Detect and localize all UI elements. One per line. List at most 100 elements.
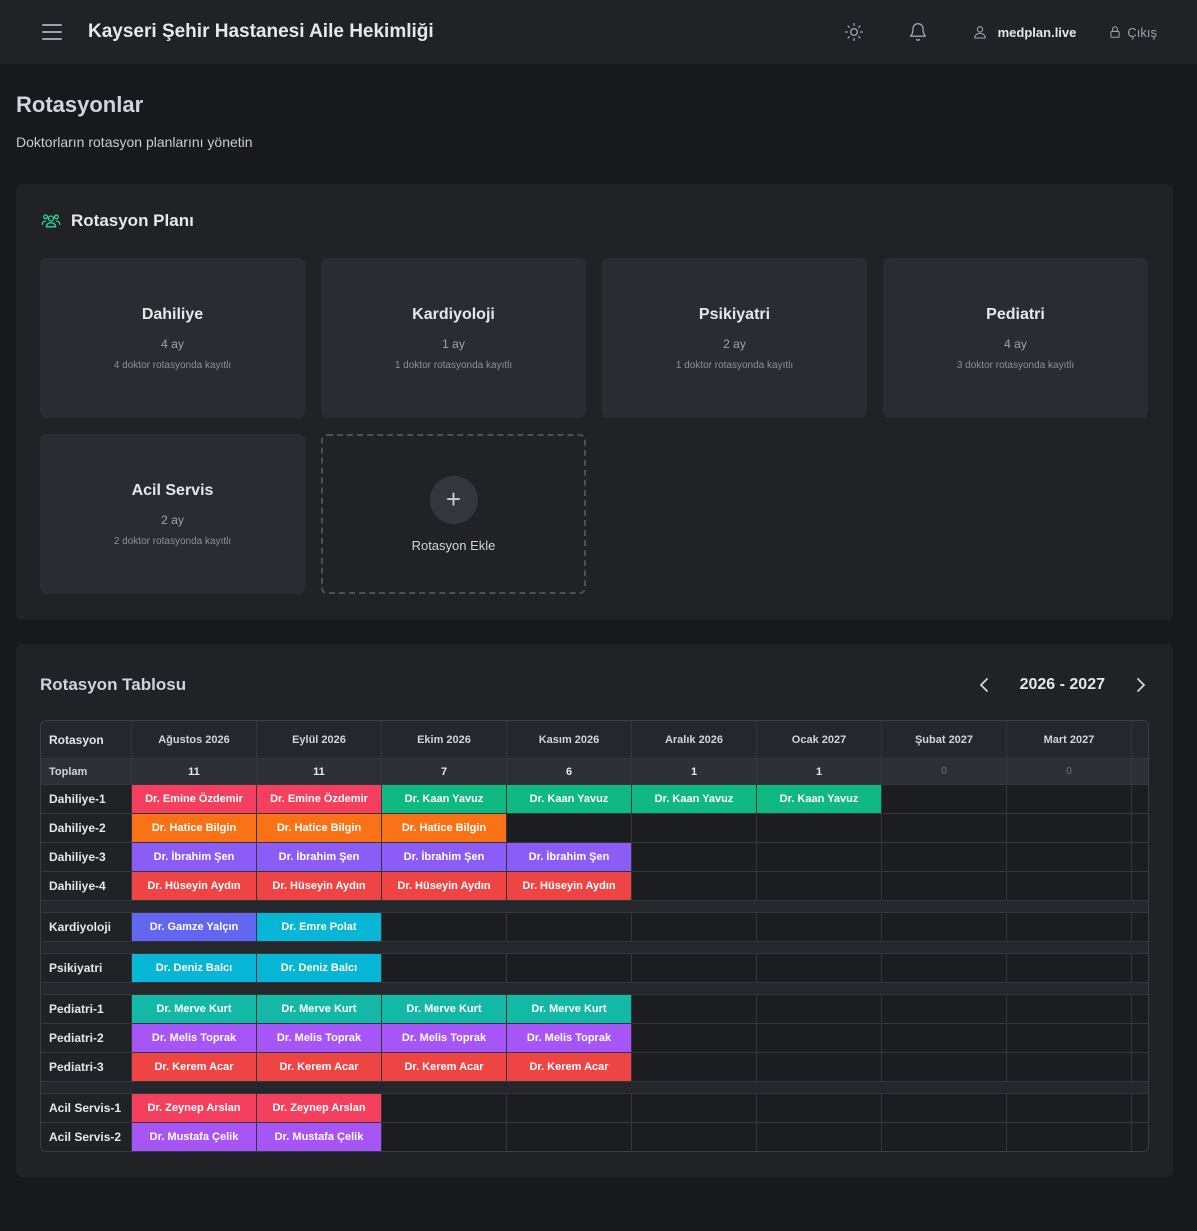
empty-cell[interactable] xyxy=(632,843,757,872)
empty-cell[interactable] xyxy=(382,1094,507,1123)
empty-cell[interactable] xyxy=(882,814,1007,843)
empty-cell[interactable] xyxy=(632,913,757,942)
empty-cell[interactable] xyxy=(882,1024,1007,1053)
doctor-assignment-cell[interactable]: Dr. Kerem Acar xyxy=(507,1053,632,1082)
doctor-assignment-cell[interactable]: Dr. Zeynep Arslan xyxy=(257,1094,382,1123)
empty-cell[interactable] xyxy=(632,995,757,1024)
empty-cell[interactable] xyxy=(382,913,507,942)
doctor-assignment-cell[interactable]: Dr. Kaan Yavuz xyxy=(382,785,507,814)
empty-cell[interactable] xyxy=(1007,872,1132,901)
empty-cell[interactable] xyxy=(382,954,507,983)
empty-cell[interactable] xyxy=(757,814,882,843)
rotation-card[interactable]: Dahiliye 4 ay 4 doktor rotasyonda kayıtlı xyxy=(40,258,305,418)
doctor-assignment-cell[interactable]: Dr. Melis Toprak xyxy=(132,1024,257,1053)
empty-cell[interactable] xyxy=(632,1024,757,1053)
empty-cell[interactable] xyxy=(757,1024,882,1053)
empty-cell[interactable] xyxy=(882,1123,1007,1151)
empty-cell[interactable] xyxy=(1007,843,1132,872)
empty-cell[interactable] xyxy=(507,954,632,983)
doctor-assignment-cell[interactable]: Dr. Kerem Acar xyxy=(257,1053,382,1082)
empty-cell[interactable] xyxy=(757,1123,882,1151)
doctor-assignment-cell[interactable]: Dr. Hüseyin Aydın xyxy=(382,872,507,901)
doctor-assignment-cell[interactable]: Dr. Kaan Yavuz xyxy=(757,785,882,814)
empty-cell[interactable] xyxy=(757,954,882,983)
doctor-assignment-cell[interactable]: Dr. Melis Toprak xyxy=(507,1024,632,1053)
empty-cell[interactable] xyxy=(382,1123,507,1151)
empty-cell[interactable] xyxy=(882,913,1007,942)
doctor-assignment-cell[interactable]: Dr. İbrahim Şen xyxy=(382,843,507,872)
doctor-assignment-cell[interactable]: Dr. Emine Özdemir xyxy=(132,785,257,814)
empty-cell[interactable] xyxy=(632,954,757,983)
doctor-assignment-cell[interactable]: Dr. Zeynep Arslan xyxy=(132,1094,257,1123)
doctor-assignment-cell[interactable]: Dr. Gamze Yalçın xyxy=(132,913,257,942)
empty-cell[interactable] xyxy=(757,1094,882,1123)
logout-button[interactable]: Çıkış xyxy=(1108,24,1157,40)
empty-cell[interactable] xyxy=(1007,1024,1132,1053)
doctor-assignment-cell[interactable]: Dr. Melis Toprak xyxy=(257,1024,382,1053)
empty-cell[interactable] xyxy=(632,814,757,843)
doctor-assignment-cell[interactable]: Dr. Hüseyin Aydın xyxy=(257,872,382,901)
doctor-assignment-cell[interactable]: Dr. Kerem Acar xyxy=(382,1053,507,1082)
doctor-assignment-cell[interactable]: Dr. Kaan Yavuz xyxy=(507,785,632,814)
empty-cell[interactable] xyxy=(1007,785,1132,814)
empty-cell[interactable] xyxy=(757,995,882,1024)
empty-cell[interactable] xyxy=(757,843,882,872)
empty-cell[interactable] xyxy=(632,1123,757,1151)
sun-icon[interactable] xyxy=(842,20,866,44)
empty-cell[interactable] xyxy=(632,1094,757,1123)
empty-cell[interactable] xyxy=(1007,913,1132,942)
next-year-button[interactable] xyxy=(1133,677,1149,693)
empty-cell[interactable] xyxy=(882,954,1007,983)
add-rotation-card[interactable]: + Rotasyon Ekle xyxy=(321,434,586,594)
doctor-assignment-cell[interactable]: Dr. Deniz Balcı xyxy=(132,954,257,983)
user-menu[interactable]: medplan.live xyxy=(972,23,1076,41)
empty-cell[interactable] xyxy=(507,814,632,843)
empty-cell[interactable] xyxy=(882,843,1007,872)
rotation-card[interactable]: Pediatri 4 ay 3 doktor rotasyonda kayıtlı xyxy=(883,258,1148,418)
doctor-assignment-cell[interactable]: Dr. Merve Kurt xyxy=(132,995,257,1024)
hamburger-menu-icon[interactable] xyxy=(42,24,62,40)
rotation-card[interactable]: Kardiyoloji 1 ay 1 doktor rotasyonda kayıt… xyxy=(321,258,586,418)
rotation-card[interactable]: Psikiyatri 2 ay 1 doktor rotasyonda kayıtl… xyxy=(602,258,867,418)
empty-cell[interactable] xyxy=(632,1053,757,1082)
empty-cell[interactable] xyxy=(882,785,1007,814)
doctor-assignment-cell[interactable]: Dr. Hüseyin Aydın xyxy=(132,872,257,901)
rotation-card[interactable]: Acil Servis 2 ay 2 doktor rotasyonda kayıt… xyxy=(40,434,305,594)
empty-cell[interactable] xyxy=(757,1053,882,1082)
empty-cell[interactable] xyxy=(882,1094,1007,1123)
empty-cell[interactable] xyxy=(1007,1094,1132,1123)
empty-cell[interactable] xyxy=(507,1094,632,1123)
doctor-assignment-cell[interactable]: Dr. Merve Kurt xyxy=(257,995,382,1024)
doctor-assignment-cell[interactable]: Dr. Melis Toprak xyxy=(382,1024,507,1053)
empty-cell[interactable] xyxy=(1007,1123,1132,1151)
empty-cell[interactable] xyxy=(1007,1053,1132,1082)
empty-cell[interactable] xyxy=(882,872,1007,901)
doctor-assignment-cell[interactable]: Dr. Emine Özdemir xyxy=(257,785,382,814)
doctor-assignment-cell[interactable]: Dr. Emre Polat xyxy=(257,913,382,942)
doctor-assignment-cell[interactable]: Dr. Kaan Yavuz xyxy=(632,785,757,814)
doctor-assignment-cell[interactable]: Dr. Hatice Bilgin xyxy=(257,814,382,843)
empty-cell[interactable] xyxy=(632,872,757,901)
doctor-assignment-cell[interactable]: Dr. İbrahim Şen xyxy=(132,843,257,872)
doctor-assignment-cell[interactable]: Dr. Mustafa Çelik xyxy=(257,1123,382,1151)
doctor-assignment-cell[interactable]: Dr. Kerem Acar xyxy=(132,1053,257,1082)
doctor-assignment-cell[interactable]: Dr. Merve Kurt xyxy=(507,995,632,1024)
doctor-assignment-cell[interactable]: Dr. Hüseyin Aydın xyxy=(507,872,632,901)
empty-cell[interactable] xyxy=(507,1123,632,1151)
empty-cell[interactable] xyxy=(757,872,882,901)
doctor-assignment-cell[interactable]: Dr. Merve Kurt xyxy=(382,995,507,1024)
doctor-assignment-cell[interactable]: Dr. İbrahim Şen xyxy=(507,843,632,872)
empty-cell[interactable] xyxy=(1007,954,1132,983)
doctor-assignment-cell[interactable]: Dr. Deniz Balcı xyxy=(257,954,382,983)
bell-icon[interactable] xyxy=(906,20,930,44)
empty-cell[interactable] xyxy=(882,995,1007,1024)
empty-cell[interactable] xyxy=(1007,995,1132,1024)
doctor-assignment-cell[interactable]: Dr. Hatice Bilgin xyxy=(132,814,257,843)
empty-cell[interactable] xyxy=(507,913,632,942)
empty-cell[interactable] xyxy=(882,1053,1007,1082)
prev-year-button[interactable] xyxy=(976,677,992,693)
empty-cell[interactable] xyxy=(757,913,882,942)
empty-cell[interactable] xyxy=(1007,814,1132,843)
doctor-assignment-cell[interactable]: Dr. Mustafa Çelik xyxy=(132,1123,257,1151)
doctor-assignment-cell[interactable]: Dr. İbrahim Şen xyxy=(257,843,382,872)
